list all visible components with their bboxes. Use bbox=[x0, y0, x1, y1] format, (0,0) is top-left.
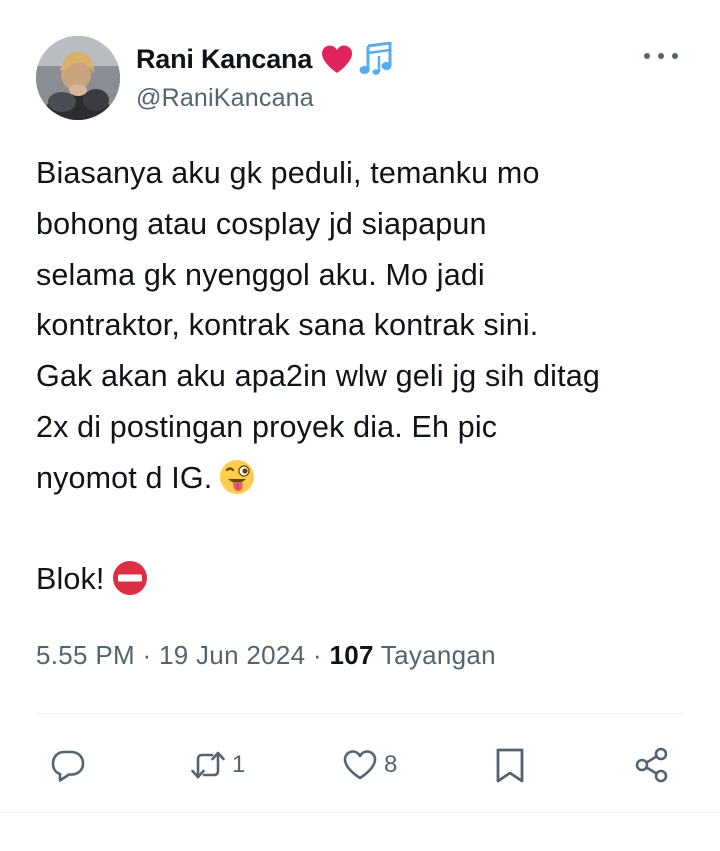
tweet-text: Biasanya aku gk peduli, temanku mo bohon… bbox=[36, 148, 696, 605]
dot-icon bbox=[644, 53, 650, 59]
tweet-line: nyomot d IG. bbox=[36, 460, 213, 495]
reply-icon bbox=[51, 750, 85, 782]
tweet-line-with-emoji: nyomot d IG. bbox=[36, 453, 696, 504]
share-icon bbox=[635, 747, 668, 783]
meta-separator: · bbox=[142, 640, 152, 670]
more-options-button[interactable] bbox=[644, 46, 678, 66]
display-name-row: Rani Kancana bbox=[136, 38, 394, 80]
musical-notes-icon bbox=[359, 42, 392, 75]
divider bbox=[36, 713, 684, 714]
tweet-time[interactable]: 5.55 PM bbox=[36, 640, 135, 670]
tweet-line: bohong atau cosplay jd siapapun bbox=[36, 206, 487, 241]
dot-icon bbox=[672, 53, 678, 59]
retweet-icon bbox=[191, 751, 225, 779]
views-label: Tayangan bbox=[380, 640, 496, 670]
reply-button[interactable] bbox=[48, 740, 92, 790]
author-handle[interactable]: @RaniKancana bbox=[136, 84, 394, 113]
tweet-header: Rani Kancana @RaniKancana bbox=[36, 34, 686, 120]
retweet-count: 1 bbox=[232, 751, 246, 778]
heart-outline-icon bbox=[343, 750, 377, 780]
tweet-meta: 5.55 PM · 19 Jun 2024 · 107 Tayangan bbox=[36, 640, 496, 671]
no-entry-icon bbox=[112, 561, 147, 596]
author-names: Rani Kancana @RaniKancana bbox=[136, 38, 394, 113]
action-bar: 1 8 bbox=[0, 740, 720, 790]
like-button[interactable]: 8 bbox=[340, 740, 397, 790]
tweet-line: Gak akan aku apa2in wlw geli jg sih dita… bbox=[36, 359, 600, 394]
tweet-line: Biasanya aku gk peduli, temanku mo bbox=[36, 156, 540, 190]
display-name[interactable]: Rani Kancana bbox=[136, 44, 312, 75]
tweet-line: 2x di postingan proyek dia. Eh pic bbox=[36, 409, 498, 444]
dot-icon bbox=[658, 53, 664, 59]
divider bbox=[0, 812, 720, 813]
tweet-line: kontraktor, kontrak sana kontrak sini. bbox=[36, 308, 539, 343]
bookmark-button[interactable] bbox=[490, 740, 530, 790]
winking-tongue-face-icon bbox=[220, 459, 255, 494]
avatar[interactable] bbox=[36, 36, 120, 120]
tweet-date[interactable]: 19 Jun 2024 bbox=[159, 640, 305, 670]
red-heart-icon bbox=[322, 45, 353, 73]
tweet-line: Blok! bbox=[36, 562, 105, 597]
tweet-line-with-emoji: Blok! bbox=[36, 554, 696, 605]
meta-separator: · bbox=[312, 640, 322, 670]
share-button[interactable] bbox=[632, 740, 672, 790]
like-count: 8 bbox=[384, 751, 398, 778]
retweet-button[interactable]: 1 bbox=[188, 740, 245, 790]
views-count: 107 bbox=[329, 640, 374, 670]
tweet-line: selama gk nyenggol aku. Mo jadi bbox=[36, 257, 485, 292]
bookmark-icon bbox=[496, 748, 524, 783]
